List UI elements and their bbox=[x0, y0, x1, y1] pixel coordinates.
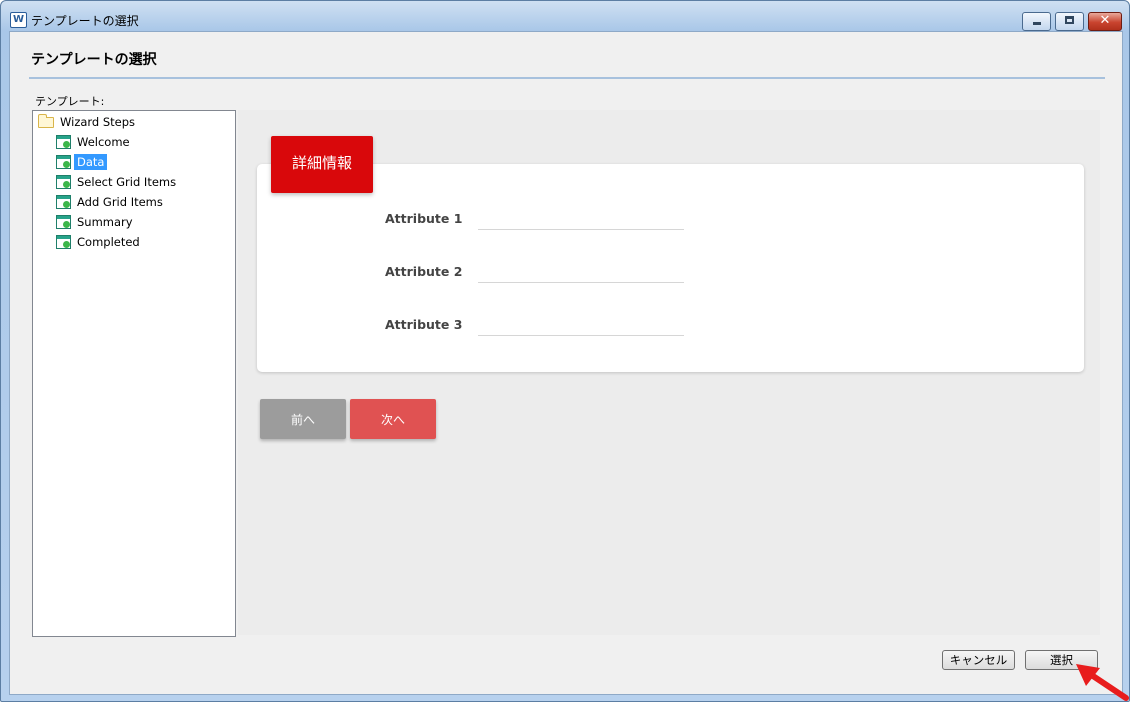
annotation-arrow-icon bbox=[1076, 664, 1129, 701]
template-tree[interactable]: Wizard Steps Welcome Data Select Grid It… bbox=[32, 110, 236, 637]
page-check-icon bbox=[56, 235, 71, 249]
minimize-icon bbox=[1033, 22, 1041, 25]
dialog-client-area: テンプレートの選択 テンプレート: Wizard Steps Welcome D… bbox=[9, 31, 1123, 695]
next-button[interactable]: 次へ bbox=[350, 399, 436, 439]
details-section-tab: 詳細情報 bbox=[271, 136, 373, 193]
attribute-1-label: Attribute 1 bbox=[385, 211, 463, 226]
minimize-button[interactable] bbox=[1022, 12, 1051, 31]
page-check-icon bbox=[56, 195, 71, 209]
maximize-icon bbox=[1065, 16, 1074, 24]
cancel-button[interactable]: キャンセル bbox=[942, 650, 1015, 670]
close-button[interactable]: ✕ bbox=[1088, 12, 1122, 31]
tree-item-label: Summary bbox=[77, 215, 133, 229]
prev-button[interactable]: 前へ bbox=[260, 399, 346, 439]
tree-item-label: Select Grid Items bbox=[77, 175, 177, 189]
attribute-3-label: Attribute 3 bbox=[385, 317, 463, 332]
tree-item-summary[interactable]: Summary bbox=[56, 213, 136, 231]
tree-root-wizard-steps[interactable]: Wizard Steps bbox=[38, 113, 138, 131]
maximize-button[interactable] bbox=[1055, 12, 1084, 31]
tree-item-data[interactable]: Data bbox=[56, 153, 108, 171]
details-card: Attribute 1 Attribute 2 Attribute 3 bbox=[257, 164, 1084, 372]
tree-item-welcome[interactable]: Welcome bbox=[56, 133, 133, 151]
attribute-2-label: Attribute 2 bbox=[385, 264, 463, 279]
page-check-icon bbox=[56, 175, 71, 189]
tree-item-label: Completed bbox=[77, 235, 140, 249]
template-preview-pane: Attribute 1 Attribute 2 Attribute 3 詳細情報… bbox=[238, 110, 1100, 635]
app-logo-icon: W bbox=[10, 12, 27, 28]
page-check-icon bbox=[56, 155, 71, 169]
page-check-icon bbox=[56, 215, 71, 229]
dialog-window: W テンプレートの選択 ✕ テンプレートの選択 テンプレート: Wizard S… bbox=[0, 0, 1130, 702]
close-icon: ✕ bbox=[1099, 13, 1111, 28]
tree-item-label: Data bbox=[74, 154, 108, 170]
heading-divider bbox=[29, 77, 1105, 79]
dialog-heading: テンプレートの選択 bbox=[31, 52, 157, 68]
page-check-icon bbox=[56, 135, 71, 149]
attribute-1-input[interactable] bbox=[478, 203, 684, 230]
window-title: テンプレートの選択 bbox=[31, 14, 139, 28]
tree-label: テンプレート: bbox=[35, 95, 105, 108]
tree-item-label: Welcome bbox=[77, 135, 130, 149]
attribute-3-input[interactable] bbox=[478, 309, 684, 336]
tree-item-select-grid-items[interactable]: Select Grid Items bbox=[56, 173, 179, 191]
tree-root-label: Wizard Steps bbox=[60, 115, 136, 129]
attribute-2-input[interactable] bbox=[478, 256, 684, 283]
tree-item-add-grid-items[interactable]: Add Grid Items bbox=[56, 193, 166, 211]
tree-item-completed[interactable]: Completed bbox=[56, 233, 143, 251]
folder-icon bbox=[38, 113, 54, 128]
tree-item-label: Add Grid Items bbox=[77, 195, 163, 209]
